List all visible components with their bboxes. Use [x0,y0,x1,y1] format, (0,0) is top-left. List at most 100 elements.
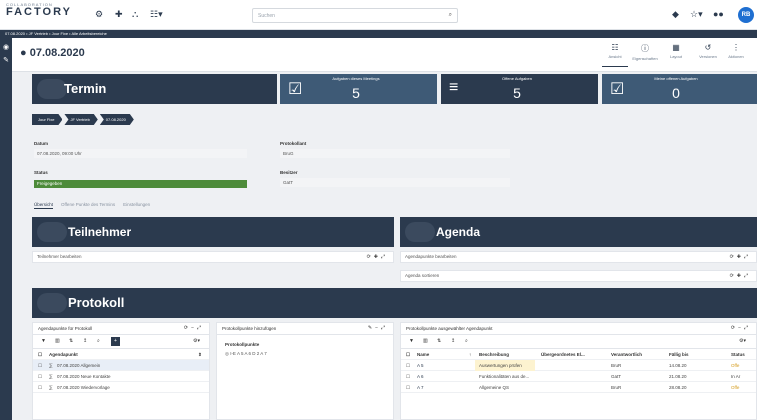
panel-actions[interactable]: ⟳−⤢ [731,323,751,334]
row-checkbox[interactable]: ☐ [38,382,42,393]
view-eigenschaften-button[interactable]: ⓘ Eigenschaften [632,43,658,61]
columns-icon[interactable]: ▥ [423,338,428,344]
table-row[interactable]: ☐ A 7 Allgemeine QS BruR 28.08.20 Offe [401,382,756,393]
eye-icon[interactable]: ◉ [0,43,12,51]
view-label: Versionen [699,54,717,59]
app-logo[interactable]: COLLABORATION FACTORY [6,3,72,18]
search-icon[interactable]: ⌕ [465,338,468,344]
col-header-owner[interactable]: Verantwortlich [611,349,642,360]
col-header-parent[interactable]: Übergeordnetes El... [541,349,585,360]
row-actions[interactable]: ⟳✚⤢ [367,252,388,262]
tab-uebersicht[interactable]: Übersicht [34,202,54,209]
pin-icon[interactable]: ◆ [672,9,679,20]
export-icon[interactable]: ↥ [451,338,455,344]
select-all-checkbox[interactable]: ☐ [406,349,410,360]
top-bar: COLLABORATION FACTORY ⚙ ✚ ⛬ ☷▾ Suchen ⌕ … [0,0,757,30]
plus-icon[interactable]: ✚ [115,9,123,20]
tab-offene-punkte[interactable]: Offene Punkte des Termins [61,202,115,209]
org-icon[interactable]: ⛬ [132,9,138,20]
tile-meeting-tasks[interactable]: ☑ Aufgaben dieses Meetings 5 [280,74,437,104]
view-layout-button[interactable]: ▦ Layout [663,43,689,59]
row-actions[interactable]: ⟳✚⤢ [730,252,751,262]
breadcrumb-date[interactable]: 07.08.2020 [100,114,134,125]
protokoll-banner: Protokoll [32,288,757,318]
teilnehmer-title: Teilnehmer [68,225,132,239]
view-ansicht-button[interactable]: ☷ Ansicht [602,43,628,67]
row-due: 21.08.20 [669,374,687,379]
banner-pill [37,79,67,99]
row-desc[interactable]: Allgemeine QS [479,382,509,393]
breadcrumb-jour-fixe[interactable]: Jour Fixe [32,114,62,125]
row-desc[interactable]: Funktionalitäten aus de... [479,371,529,382]
view-versionen-button[interactable]: ↺ Versionen [695,43,721,59]
agenda-sort-label: Agenda sortieren [405,273,440,278]
row-label[interactable]: 07.08.2020 Allgemein [57,360,100,371]
export-icon[interactable]: ↥ [83,338,87,344]
agenda-edit-row[interactable]: Agendapunkte bearbeiten ⟳✚⤢ [400,251,757,263]
row-name[interactable]: A 5 [417,360,424,371]
add-button[interactable]: + [111,337,120,346]
col-header-status[interactable]: Status [731,349,745,360]
settings-icon[interactable]: ⚙▾ [193,338,200,344]
table-row[interactable]: ☐ A 5 Auswertungen prüfen BruR 14.08.20 … [401,360,756,371]
select-all-checkbox[interactable]: ☐ [38,349,42,360]
table-row[interactable]: ☐ ⅀ 07.08.2020 Wiedervorlage [33,382,209,393]
sort-icon[interactable]: ⇅ [437,338,441,344]
row-checkbox[interactable]: ☐ [38,371,42,382]
agenda-sort-row[interactable]: Agenda sortieren ⟳✚⤢ [400,270,757,282]
columns-icon[interactable]: ▥ [55,338,60,344]
search-icon[interactable]: ⌕ [449,12,452,19]
row-name[interactable]: A 7 [417,382,424,393]
col-header-due[interactable]: Fällig bis [669,349,689,360]
agenda-banner: Agenda [400,217,757,247]
col-header-name[interactable]: Name [417,349,429,360]
col-header-beschreibung[interactable]: Beschreibung [479,349,509,360]
table-row[interactable]: ☐ ⅀ 07.08.2020 Allgemein [33,360,209,371]
panel-actions[interactable]: ⟳−⤢ [184,323,204,334]
avatar[interactable]: RB [738,7,754,23]
sort-icon[interactable]: ⇅ [69,338,73,344]
col-header-agendapunkt[interactable]: Agendapunkt [49,349,78,360]
row-checkbox[interactable]: ☐ [406,382,410,393]
filter-icon[interactable]: ▼ [41,338,46,344]
row-desc[interactable]: Auswertungen prüfen [475,360,535,371]
status-label: Status [34,170,48,175]
sort-asc-icon[interactable]: ↑ [469,349,471,360]
layout-icon: ▦ [672,43,680,52]
tile-value: 5 [352,85,360,101]
tile-open-tasks[interactable]: ≡ Offene Aufgaben 5 [441,74,598,104]
grid-icon[interactable]: ☷▾ [150,9,163,20]
tab-einstellungen[interactable]: Einstellungen [123,202,150,209]
protocol-items-list[interactable]: ◎ I-E A 5 A 6 D 2 A 7 [225,351,385,357]
row-label[interactable]: 07.08.2020 Wiedervorlage [57,382,110,393]
tile-my-open-tasks[interactable]: ☑ Meine offenen Aufgaben 0 [602,74,757,104]
settings-icon[interactable]: ⚙▾ [739,338,746,344]
sort-toggle-icon[interactable]: ⇕ [198,349,202,360]
view-aktionen-button[interactable]: ⋮ Aktionen [723,43,749,59]
row-checkbox[interactable]: ☐ [406,360,410,371]
gear-icon[interactable]: ⚙ [95,9,103,20]
panel-actions[interactable]: ✎−⤢ [368,323,388,334]
row-name[interactable]: A 6 [417,371,424,382]
agenda-icon: ⅀ [49,374,53,379]
filter-icon[interactable]: ▼ [409,338,414,344]
history-icon: ↺ [704,43,712,52]
row-actions[interactable]: ⟳✚⤢ [730,271,751,281]
search-icon[interactable]: ⌕ [97,338,100,344]
search-input[interactable]: Suchen ⌕ [252,8,458,23]
panel-title: Protokollpunkte ausgewählter Agendapunkt [406,326,493,331]
panel-header: Protokollpunkte ausgewählter Agendapunkt… [401,323,756,335]
teilnehmer-edit-row[interactable]: Teilnehmer bearbeiten ⟳✚⤢ [32,251,394,263]
table-row[interactable]: ☐ A 6 Funktionalitäten aus de... GatT 21… [401,371,756,382]
row-checkbox[interactable]: ☐ [38,360,42,371]
star-icon[interactable]: ☆▾ [690,9,703,20]
table-row[interactable]: ☐ ⅀ 07.08.2020 Neue Kontakte [33,371,209,382]
context-breadcrumb[interactable]: 07.08.2020 • JF Vertrieb • Jour Fixe • A… [0,30,757,38]
sidebar: ◉ ✎ [0,38,12,420]
breadcrumb-jf-vertrieb[interactable]: JF Vertrieb [64,114,97,125]
wrench-icon[interactable]: ✎ [0,56,12,64]
users-icon[interactable]: ●● [713,9,724,19]
row-checkbox[interactable]: ☐ [406,371,410,382]
row-label[interactable]: 07.08.2020 Neue Kontakte [57,371,111,382]
termin-title: Termin [64,81,107,96]
